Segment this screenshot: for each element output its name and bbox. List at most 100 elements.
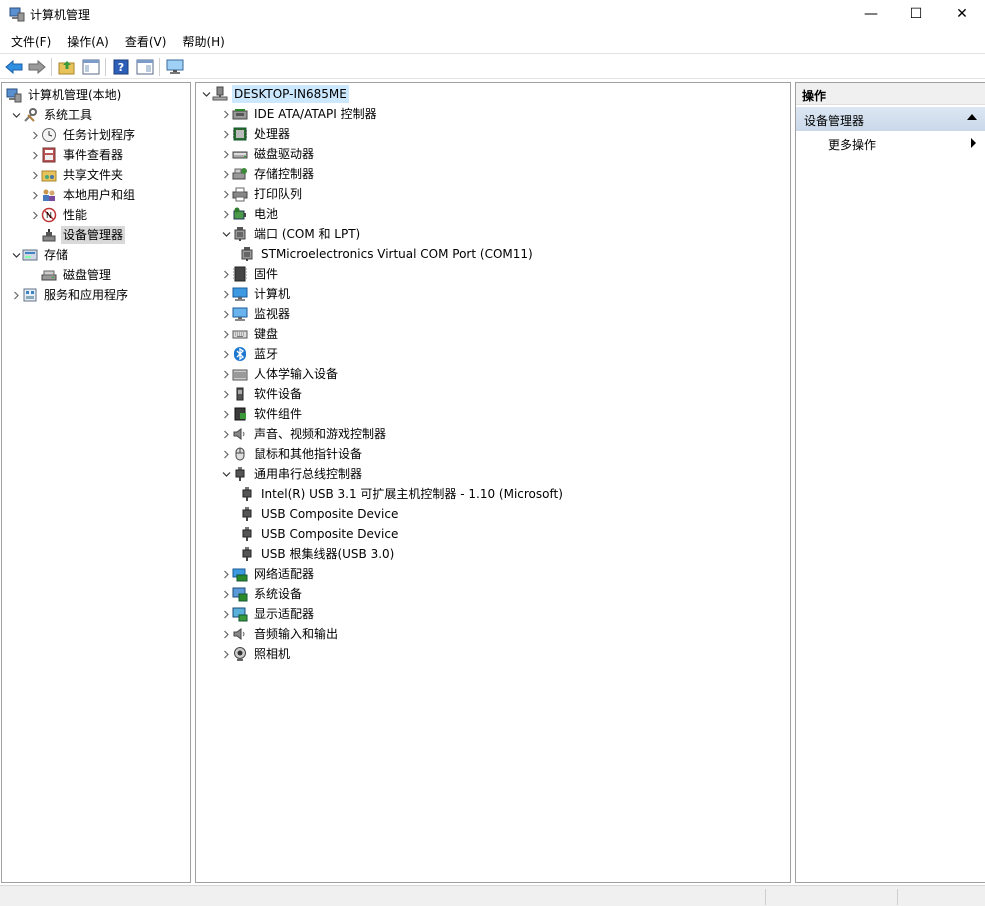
chevron-right-icon[interactable] (220, 424, 232, 444)
device-item[interactable]: USB Composite Device (239, 524, 400, 544)
device-category[interactable]: 声音、视频和游戏控制器 (220, 424, 388, 444)
device-tree-pane[interactable]: DESKTOP-IN685ME IDE ATA/ATAPI 控制器处理器 磁盘驱动器… (195, 82, 791, 883)
device-category[interactable]: 电池 (220, 204, 280, 224)
device-category[interactable]: 磁盘驱动器 (220, 144, 316, 164)
collapse-caret-icon[interactable] (967, 114, 977, 120)
device-item[interactable]: STMicroelectronics Virtual COM Port (COM… (239, 244, 535, 264)
device-category[interactable]: 端口 (COM 和 LPT) (220, 224, 362, 244)
printer-icon (232, 186, 248, 202)
processor-icon (232, 126, 248, 142)
chevron-right-icon[interactable] (220, 104, 232, 124)
menu-help[interactable]: 帮助(H) (173, 30, 231, 51)
tree-item-5[interactable]: 本地用户和组 (29, 185, 137, 205)
chevron-down-icon[interactable] (10, 105, 22, 125)
performance-icon: N (41, 207, 57, 223)
chevron-right-icon[interactable] (220, 644, 232, 664)
chevron-right-icon[interactable] (220, 264, 232, 284)
device-category[interactable]: 计算机 (220, 284, 292, 304)
device-label: Intel(R) USB 3.1 可扩展主机控制器 - 1.10 (Micros… (261, 487, 563, 501)
chevron-down-icon[interactable] (220, 464, 232, 484)
menu-file[interactable]: 文件(F) (0, 30, 58, 51)
chevron-right-icon[interactable] (220, 144, 232, 164)
menu-view[interactable]: 查看(V) (116, 30, 174, 51)
tree-item-1[interactable]: 系统工具 (10, 105, 94, 125)
up-folder-button[interactable] (57, 57, 77, 77)
chevron-right-icon[interactable] (220, 304, 232, 324)
device-item[interactable]: Intel(R) USB 3.1 可扩展主机控制器 - 1.10 (Micros… (239, 484, 565, 504)
chevron-right-icon[interactable] (220, 164, 232, 184)
device-category[interactable]: 网络适配器 (220, 564, 316, 584)
chevron-right-icon[interactable] (220, 184, 232, 204)
tree-item-4[interactable]: 共享文件夹 (29, 165, 125, 185)
chevron-right-icon[interactable] (29, 145, 41, 165)
chevron-right-icon[interactable] (29, 205, 41, 225)
chevron-right-icon[interactable] (220, 284, 232, 304)
chevron-right-icon[interactable] (29, 165, 41, 185)
device-category[interactable]: 键盘 (220, 324, 280, 344)
chevron-right-icon[interactable] (220, 204, 232, 224)
chevron-right-icon[interactable] (10, 285, 22, 305)
chevron-right-icon[interactable] (220, 344, 232, 364)
device-category[interactable]: 固件 (220, 264, 280, 284)
chevron-down-icon[interactable] (220, 224, 232, 244)
device-category[interactable]: IDE ATA/ATAPI 控制器 (220, 104, 379, 124)
show-hide-tree-button[interactable] (81, 57, 101, 77)
device-category[interactable]: 处理器 (220, 124, 292, 144)
chevron-right-icon[interactable] (29, 185, 41, 205)
device-label: USB Composite Device (261, 527, 399, 541)
device-tree-root[interactable]: DESKTOP-IN685ME (200, 84, 349, 104)
maximize-button[interactable]: ☐ (893, 0, 939, 28)
chevron-right-icon[interactable] (220, 404, 232, 424)
chevron-right-icon[interactable] (220, 124, 232, 144)
chevron-right-icon[interactable] (220, 384, 232, 404)
tree-item-7[interactable]: 设备管理器 (29, 225, 126, 245)
tree-item-9[interactable]: 磁盘管理 (29, 265, 113, 285)
device-item[interactable]: USB Composite Device (239, 504, 400, 524)
device-category[interactable]: 人体学输入设备 (220, 364, 340, 384)
device-category[interactable]: 通用串行总线控制器 (220, 464, 364, 484)
device-category[interactable]: 打印队列 (220, 184, 304, 204)
close-button[interactable]: ✕ (939, 0, 985, 28)
tree-item-0[interactable]: 计算机管理(本地) (6, 85, 123, 105)
computer-management-icon (9, 6, 25, 22)
chevron-right-icon[interactable] (220, 324, 232, 344)
chevron-right-icon[interactable] (220, 444, 232, 464)
device-label: 鼠标和其他指针设备 (254, 447, 363, 461)
tree-item-3[interactable]: 事件查看器 (29, 145, 125, 165)
device-label: IDE ATA/ATAPI 控制器 (254, 107, 377, 121)
device-category[interactable]: 显示适配器 (220, 604, 316, 624)
tree-item-10[interactable]: 服务和应用程序 (10, 285, 130, 305)
back-button[interactable] (4, 57, 24, 77)
device-category[interactable]: 监视器 (220, 304, 292, 324)
menu-action[interactable]: 操作(A) (58, 30, 116, 51)
minimize-button[interactable]: — (848, 0, 894, 28)
actions-section-device-manager[interactable]: 设备管理器 (796, 107, 985, 131)
chevron-down-icon[interactable] (200, 84, 212, 104)
tree-item-8[interactable]: 存储 (10, 245, 70, 265)
chevron-right-icon[interactable] (29, 125, 41, 145)
device-category[interactable]: 蓝牙 (220, 344, 280, 364)
forward-button[interactable] (27, 57, 47, 77)
more-actions-item[interactable]: 更多操作 (796, 133, 985, 153)
help-button[interactable]: ? (111, 57, 131, 77)
device-category[interactable]: 系统设备 (220, 584, 304, 604)
chevron-right-icon[interactable] (220, 564, 232, 584)
device-category[interactable]: 照相机 (220, 644, 292, 664)
monitor-button[interactable] (165, 57, 185, 77)
device-category[interactable]: 音频输入和输出 (220, 624, 340, 644)
device-category[interactable]: 软件组件 (220, 404, 304, 424)
device-item[interactable]: USB 根集线器(USB 3.0) (239, 544, 396, 564)
chevron-right-icon[interactable] (220, 624, 232, 644)
tree-item-6[interactable]: N 性能 (29, 205, 89, 225)
console-tree-pane[interactable]: 计算机管理(本地) 系统工具任务计划程序 事件查看器 共享文件夹 本地用户和组 N 性能 设备… (1, 82, 191, 883)
device-category[interactable]: 鼠标和其他指针设备 (220, 444, 364, 464)
properties-button[interactable] (135, 57, 155, 77)
chevron-right-icon[interactable] (220, 364, 232, 384)
chevron-right-icon[interactable] (220, 604, 232, 624)
chevron-down-icon[interactable] (10, 245, 22, 265)
chevron-right-icon[interactable] (220, 584, 232, 604)
tree-item-2[interactable]: 任务计划程序 (29, 125, 137, 145)
device-category[interactable]: 存储控制器 (220, 164, 316, 184)
tree-item-label: 系统工具 (44, 108, 93, 122)
device-category[interactable]: 软件设备 (220, 384, 304, 404)
